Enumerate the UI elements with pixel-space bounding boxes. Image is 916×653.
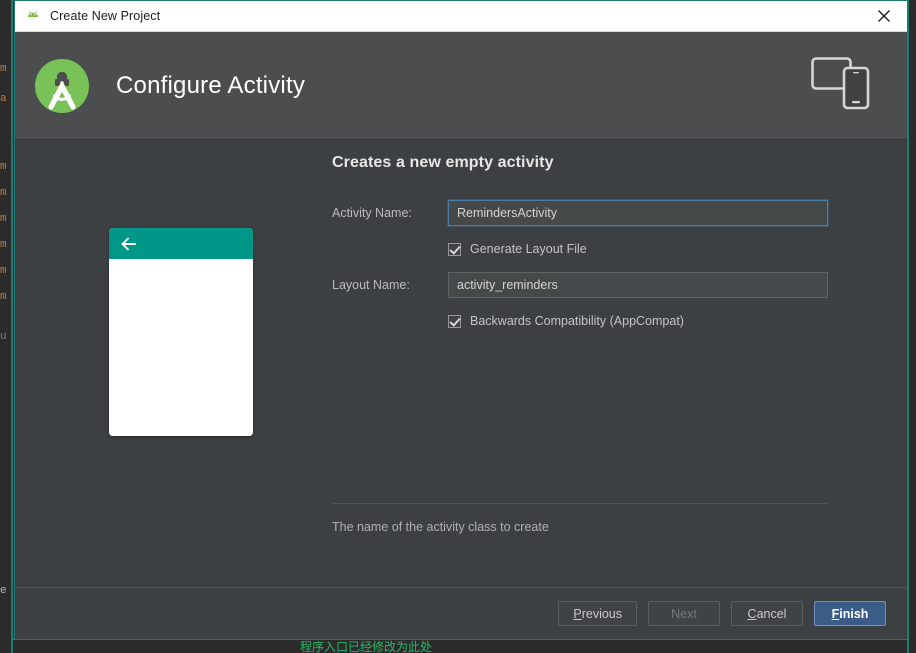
close-icon[interactable] <box>861 1 907 31</box>
cancel-button[interactable]: Cancel <box>731 601 803 626</box>
previous-button[interactable]: Previous <box>558 601 637 626</box>
generate-layout-checkbox[interactable] <box>448 242 461 256</box>
backwards-compat-row: Backwards Compatibility (AppCompat) <box>332 310 828 332</box>
activity-name-input[interactable] <box>448 200 828 226</box>
preview-app-bar <box>109 228 253 259</box>
layout-name-label: Layout Name: <box>332 278 410 292</box>
page-title: Configure Activity <box>116 71 306 99</box>
dialog-title: Create New Project <box>50 9 161 23</box>
finish-button-mnemonic: F <box>831 606 840 621</box>
preview-device-frame <box>109 228 253 436</box>
activity-name-row: Activity Name: <box>332 200 828 226</box>
arrow-back-icon <box>120 235 138 253</box>
finish-button-label: inish <box>839 606 869 621</box>
dialog-accent-line-left <box>11 0 13 653</box>
tablet-and-phone-icon <box>811 54 875 110</box>
backwards-compat-checkbox[interactable] <box>448 314 461 328</box>
layout-name-row: Layout Name: <box>332 272 828 298</box>
help-text: The name of the activity class to create <box>332 520 549 534</box>
previous-button-label: revious <box>581 606 622 621</box>
backwards-compat-label: Backwards Compatibility (AppCompat) <box>470 314 684 328</box>
android-studio-logo <box>31 55 93 117</box>
activity-name-label: Activity Name: <box>332 206 412 220</box>
finish-button[interactable]: Finish <box>814 601 886 626</box>
layout-name-input[interactable] <box>448 272 828 298</box>
create-new-project-dialog: Create New Project Configure Activity Cr… <box>14 0 908 640</box>
cancel-button-label: ancel <box>756 606 787 621</box>
help-separator <box>332 503 828 504</box>
dialog-body: Creates a new empty activity Activity Na… <box>15 140 907 587</box>
next-button[interactable]: Next <box>648 601 720 626</box>
cancel-button-mnemonic: C <box>747 606 757 621</box>
ide-bottom-strip: 程序入口已经修改为此处 <box>0 640 916 653</box>
preview-screen-content <box>109 259 253 436</box>
activity-preview <box>109 228 269 436</box>
generate-layout-label: Generate Layout File <box>470 242 587 256</box>
configure-activity-form: Creates a new empty activity Activity Na… <box>332 154 828 344</box>
android-head-icon <box>25 8 41 24</box>
form-section-title: Creates a new empty activity <box>332 154 554 171</box>
ide-bottom-annotation: 程序入口已经修改为此处 <box>300 640 433 653</box>
previous-button-mnemonic: P <box>573 606 582 621</box>
dialog-footer: Previous Next Cancel Finish <box>15 587 907 639</box>
next-button-label: Next <box>671 606 697 621</box>
dialog-title-bar: Create New Project <box>15 1 907 32</box>
dialog-header: Configure Activity <box>15 32 907 140</box>
generate-layout-row: Generate Layout File <box>332 238 828 260</box>
